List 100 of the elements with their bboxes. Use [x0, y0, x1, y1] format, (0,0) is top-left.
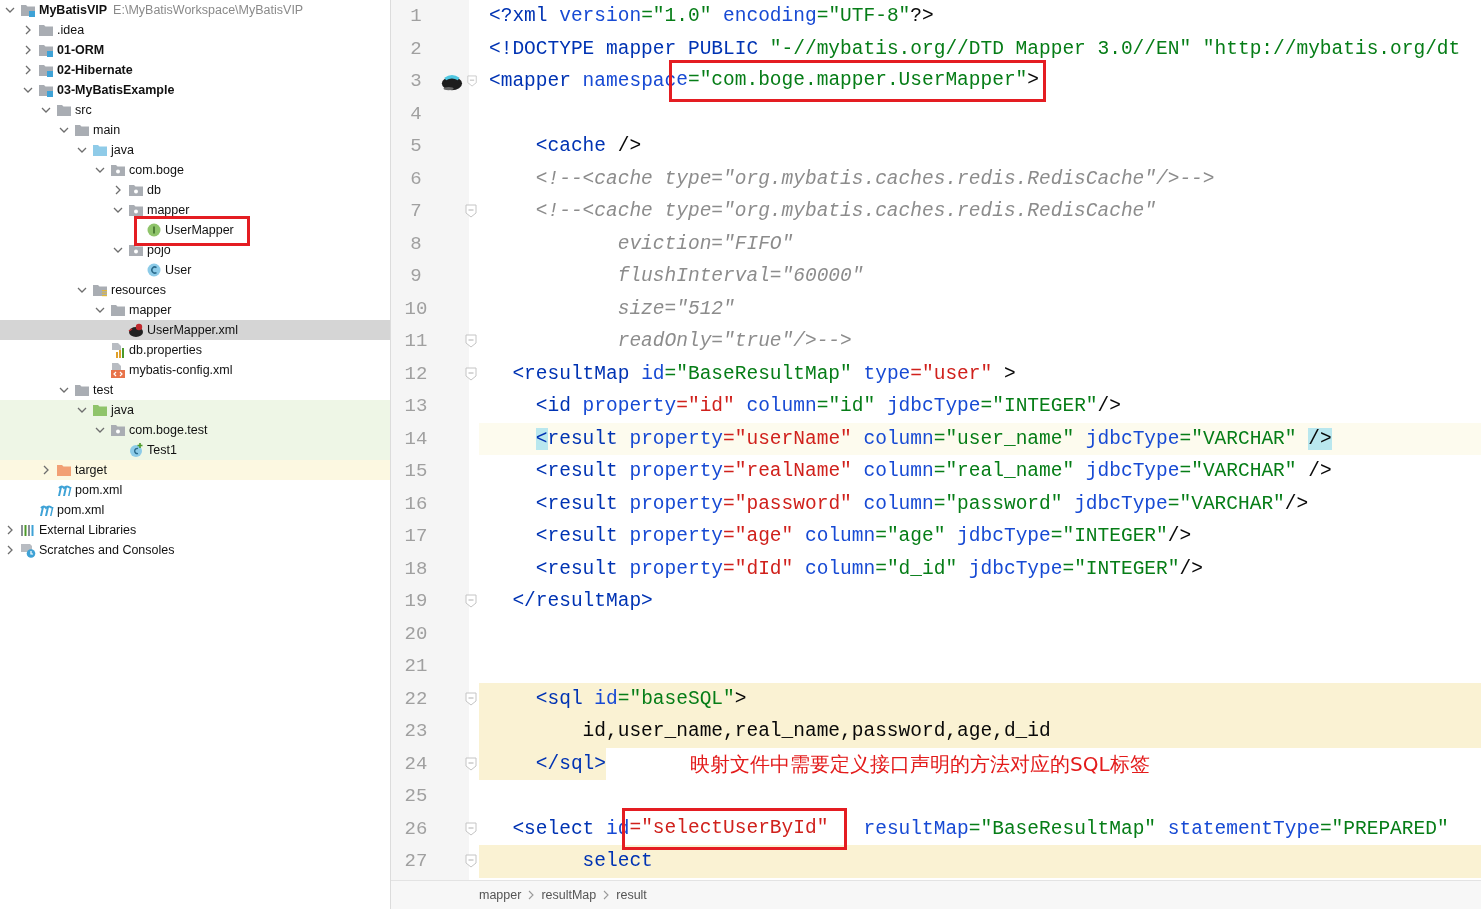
folder-icon [38, 22, 54, 38]
line-number: 24 [403, 751, 429, 777]
line-number: 25 [403, 784, 429, 809]
tree-item[interactable]: UserMapper.xml [0, 320, 390, 340]
code-line: <result property="realName" column="real_name" jdbcType="VARCHAR" /> [534, 459, 1333, 484]
line-number: 10 [403, 296, 429, 322]
line-number: 15 [403, 459, 429, 484]
line-number: 19 [403, 589, 429, 614]
folder-icon [20, 2, 36, 18]
class-icon [128, 442, 144, 458]
code-line: readOnly="true"/>--> [616, 329, 853, 354]
line-number: 21 [403, 654, 429, 679]
line-number: 18 [403, 556, 429, 582]
folder-icon [92, 402, 108, 418]
line-number: 7 [409, 199, 423, 224]
folder-icon [92, 142, 108, 158]
code-line: <result property="age" column="age" jdbcType="INTEGER"/> [534, 524, 1193, 549]
code-line: <!--<cache type="org.mybatis.caches.redis.RedisCache"/>--> [534, 166, 1216, 192]
properties-icon [110, 342, 126, 358]
tree-item[interactable]: MyBatisVIP E:\MyBatisWorkspace\MyBatisVIP [0, 0, 390, 20]
folder-icon [110, 302, 126, 318]
line-number: 9 [409, 264, 423, 289]
code-line: size="512" [616, 296, 736, 322]
code-line: flushInterval="60000" [616, 264, 865, 289]
line-number: 17 [403, 524, 429, 549]
folder-icon [74, 122, 90, 138]
xml-file-icon [110, 362, 126, 378]
tree-item[interactable]: resources [0, 280, 390, 300]
folder-icon [38, 42, 54, 58]
libraries-icon [20, 522, 36, 538]
line-number: 14 [403, 426, 429, 452]
line-number: 6 [409, 166, 423, 192]
tree-item[interactable]: Test1 [0, 440, 390, 460]
scratches-icon [20, 542, 36, 558]
code-line: <result property="password" column="password" jdbcType="VARCHAR"/> [534, 491, 1310, 517]
folder-icon [56, 102, 72, 118]
project-path: E:\MyBatisWorkspace\MyBatisVIP [113, 2, 304, 19]
line-number: 20 [403, 621, 429, 647]
line-number: 8 [409, 231, 423, 257]
tree-item[interactable]: db.properties [0, 340, 390, 360]
tree-item[interactable]: db [0, 180, 390, 200]
code-line: <?xml version="1.0" encoding="UTF-8"?> [488, 4, 935, 29]
class-icon [146, 262, 162, 278]
line-number: 27 [403, 849, 429, 874]
breadcrumb[interactable]: mapper [479, 885, 522, 905]
tree-item[interactable]: mybatis-config.xml [0, 360, 390, 380]
line-number: 22 [403, 686, 429, 712]
tree-item[interactable]: target [0, 460, 390, 480]
line-number: 4 [409, 101, 423, 127]
tree-item[interactable]: pom.xml [0, 480, 390, 500]
tree-item[interactable]: src [0, 100, 390, 120]
tree-item[interactable]: java [0, 400, 390, 420]
folder-icon [92, 282, 108, 298]
code-line: <resultMap id="BaseResultMap" type="user" > [511, 361, 1017, 387]
line-number: 3 [409, 69, 423, 94]
tree-item[interactable]: User [0, 260, 390, 280]
code-line: eviction="FIFO" [616, 231, 795, 257]
tree-item[interactable]: com.boge [0, 160, 390, 180]
code-line: <id property="id" column="id" jdbcType="INTEGER"/> [534, 394, 1122, 419]
tree-item[interactable]: main [0, 120, 390, 140]
breadcrumb[interactable]: result [616, 885, 647, 905]
line-number: 13 [403, 394, 429, 419]
folder-icon [128, 242, 144, 258]
folder-icon [128, 202, 144, 218]
tree-item[interactable]: Scratches and Consoles [0, 540, 390, 560]
folder-icon [38, 62, 54, 78]
line-number: 12 [403, 361, 429, 387]
chevron-icon [602, 890, 611, 900]
line-number: 26 [403, 816, 429, 842]
line-number: 2 [409, 36, 423, 62]
tree-item[interactable]: 03-MyBatisExample [0, 80, 390, 100]
tree-item[interactable]: 02-Hibernate [0, 60, 390, 80]
tree-item[interactable]: UserMapper [0, 220, 390, 240]
line-number: 11 [403, 329, 429, 354]
line-number: 23 [403, 719, 429, 744]
tree-item[interactable]: pom.xml [0, 500, 390, 520]
bird-icon [128, 322, 144, 338]
tree-item[interactable]: 01-ORM [0, 40, 390, 60]
folder-icon [110, 422, 126, 438]
interface-icon [146, 222, 162, 238]
folder-icon [56, 462, 72, 478]
line-number: 5 [409, 134, 423, 159]
folder-icon [38, 82, 54, 98]
breadcrumb[interactable]: resultMap [541, 885, 597, 905]
tree-item[interactable]: test [0, 380, 390, 400]
tree-item[interactable]: .idea [0, 20, 390, 40]
code-line: <!DOCTYPE mapper PUBLIC "-//mybatis.org//DTD Mapper 3.0//EN" "http://mybatis.org/dt [488, 36, 1462, 62]
line-number: 16 [403, 491, 429, 517]
tree-item[interactable]: mapper [0, 200, 390, 220]
tree-item[interactable]: pojo [0, 240, 390, 260]
code-line: resultMap="BaseResultMap" statementType="PREPARED" [862, 816, 1450, 842]
code-line: </resultMap> [511, 589, 654, 614]
folder-icon [110, 162, 126, 178]
tree-item[interactable]: mapper [0, 300, 390, 320]
tree-item[interactable]: java [0, 140, 390, 160]
code-line: <cache /> [534, 134, 643, 159]
tree-item[interactable]: com.boge.test [0, 420, 390, 440]
tree-item[interactable]: External Libraries [0, 520, 390, 540]
folder-icon [128, 182, 144, 198]
code-line: <!--<cache type="org.mybatis.caches.redis.RedisCache" [534, 199, 1157, 224]
